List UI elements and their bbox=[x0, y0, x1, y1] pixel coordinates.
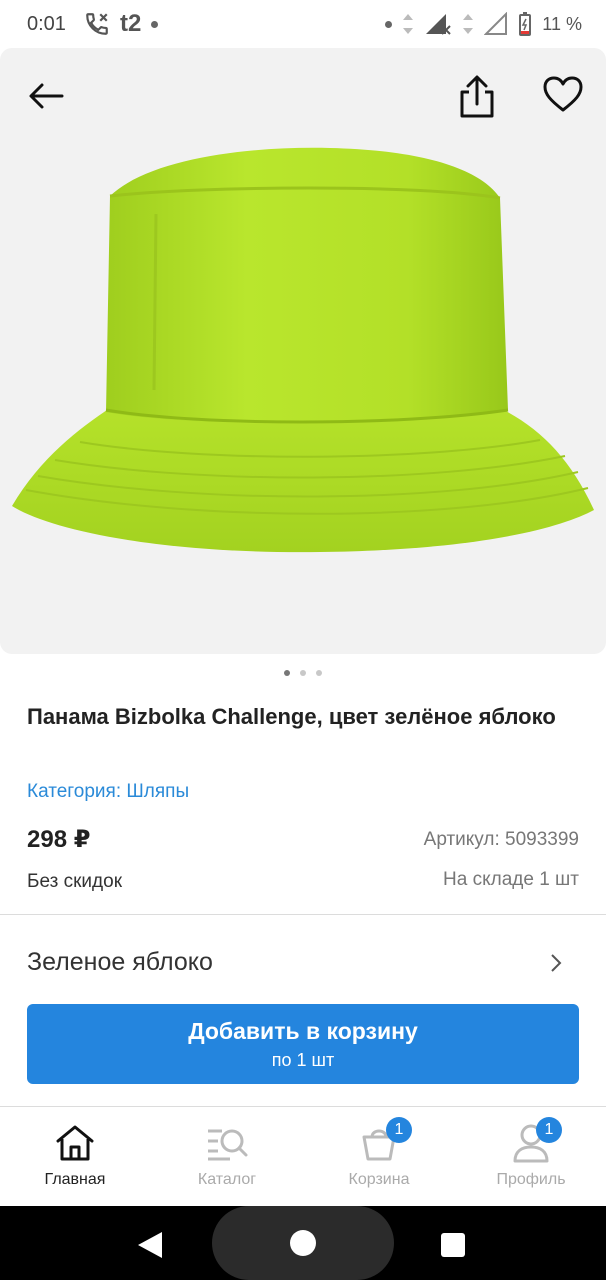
variant-label: Зеленое яблоко bbox=[27, 948, 213, 976]
tab-cart[interactable]: 1 Корзина bbox=[304, 1107, 454, 1207]
status-time: 0:01 bbox=[27, 13, 66, 35]
signal-empty-icon bbox=[484, 12, 508, 35]
product-price: 298 ₽ bbox=[27, 826, 91, 853]
nav-recents-icon[interactable] bbox=[441, 1233, 465, 1257]
gallery-pager bbox=[0, 670, 606, 676]
tab-label: Каталог bbox=[197, 1171, 257, 1188]
profile-badge: 1 bbox=[536, 1117, 562, 1143]
cart-badge: 1 bbox=[386, 1117, 412, 1143]
divider bbox=[0, 914, 606, 915]
product-gallery[interactable] bbox=[0, 48, 606, 654]
data-arrows-icon bbox=[403, 14, 414, 34]
catalog-search-icon bbox=[208, 1129, 248, 1161]
battery-icon bbox=[519, 12, 532, 36]
nav-back-icon[interactable] bbox=[136, 1230, 166, 1260]
chevron-right-icon bbox=[551, 954, 562, 972]
tab-label: Корзина bbox=[348, 1171, 410, 1188]
tab-home[interactable]: Главная bbox=[0, 1107, 150, 1207]
pager-dot bbox=[316, 670, 322, 676]
notification-dot-icon bbox=[151, 20, 159, 28]
heart-icon[interactable] bbox=[542, 74, 584, 116]
discount-label: Без скидок bbox=[27, 871, 122, 892]
tab-label: Главная bbox=[44, 1171, 106, 1188]
data-arrows-icon bbox=[463, 14, 474, 34]
add-to-cart-button[interactable]: Добавить в корзину по 1 шт bbox=[27, 1004, 579, 1084]
variant-selector[interactable]: Зеленое яблоко bbox=[0, 930, 606, 982]
product-photo-hat bbox=[12, 147, 594, 553]
carrier-label: t2 bbox=[120, 10, 142, 37]
add-to-cart-quantity: по 1 шт bbox=[271, 1050, 335, 1070]
notification-dot-icon bbox=[385, 20, 393, 28]
share-icon[interactable] bbox=[456, 74, 498, 120]
bottom-tab-bar: Главная Каталог 1 Корзина 1 Профиль bbox=[0, 1106, 606, 1207]
tab-catalog[interactable]: Каталог bbox=[152, 1107, 302, 1207]
home-icon bbox=[56, 1125, 94, 1161]
system-nav-bar bbox=[0, 1206, 606, 1280]
battery-percent: 11 % bbox=[542, 13, 582, 34]
sku-label: Артикул: 5093399 bbox=[423, 829, 579, 850]
pager-dot bbox=[300, 670, 306, 676]
call-icon bbox=[86, 13, 108, 35]
pager-dot bbox=[284, 670, 290, 676]
status-bar: 0:01 t2 11 % bbox=[0, 0, 606, 48]
back-arrow-icon[interactable] bbox=[26, 76, 66, 116]
tab-label: Профиль bbox=[496, 1171, 566, 1188]
signal-icon bbox=[426, 14, 452, 35]
add-to-cart-label: Добавить в корзину bbox=[188, 1018, 418, 1044]
tab-profile[interactable]: 1 Профиль bbox=[456, 1107, 606, 1207]
product-title: Панама Bizbolka Challenge, цвет зелёное … bbox=[27, 704, 556, 729]
category-link[interactable]: Категория: Шляпы bbox=[27, 781, 189, 803]
stock-label: На складе 1 шт bbox=[443, 869, 579, 890]
nav-home-icon[interactable] bbox=[290, 1230, 316, 1256]
